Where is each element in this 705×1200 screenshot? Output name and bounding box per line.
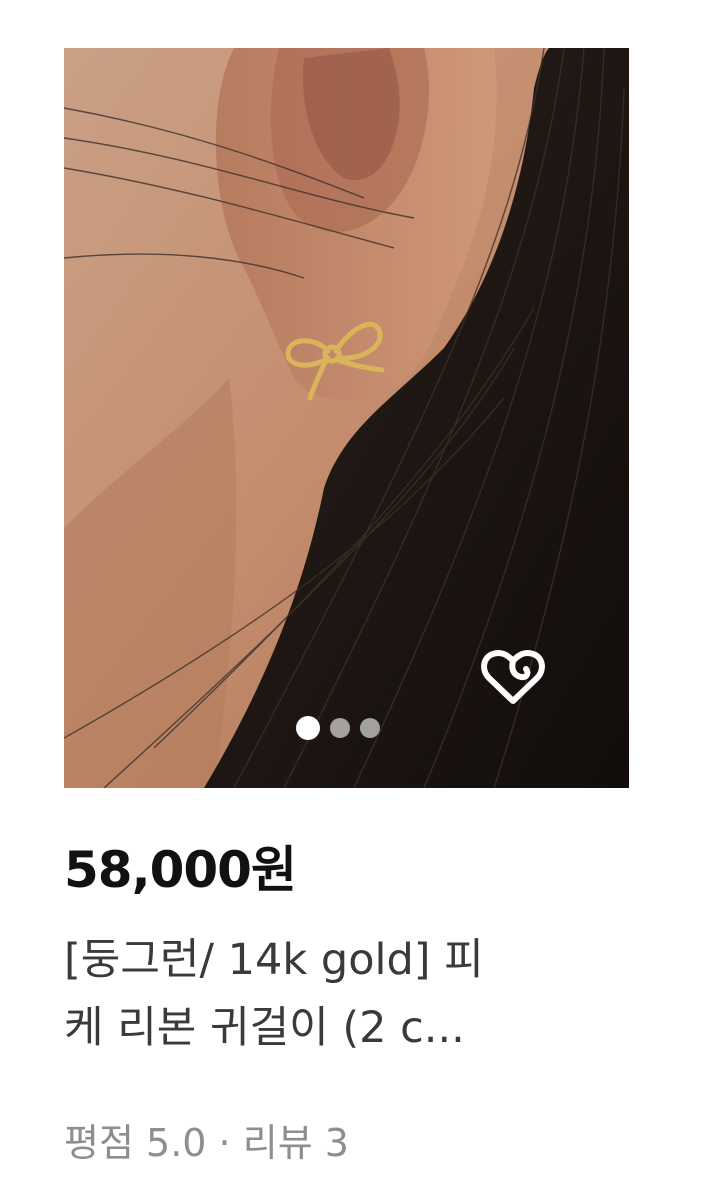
rating-label: 평점 [64,1121,134,1165]
carousel-dot-2[interactable] [330,718,350,738]
meta-separator: · [218,1121,231,1165]
rating-value: 5.0 [146,1121,207,1165]
review-label: 리뷰 [242,1121,313,1165]
heart-outline-icon [481,649,545,704]
product-card[interactable]: 58,000원 [둥그런/ 14k gold] 피 케 리본 귀걸이 (2 c.… [0,0,705,1200]
wishlist-button[interactable] [477,641,549,713]
product-price: 58,000원 [64,841,297,899]
product-title-line-2: 케 리본 귀걸이 (2 c... [64,1003,465,1053]
product-title[interactable]: [둥그런/ 14k gold] 피 케 리본 귀걸이 (2 c... [64,926,624,1062]
carousel-dot-1[interactable] [296,716,320,740]
rating-review-info: 평점 5.0 · 리뷰 3 [64,1112,349,1167]
product-title-line-1: [둥그런/ 14k gold] 피 [64,935,484,985]
carousel-indicator [296,714,406,742]
carousel-dot-3[interactable] [360,718,380,738]
review-count: 3 [324,1121,349,1165]
product-image[interactable] [64,48,629,788]
